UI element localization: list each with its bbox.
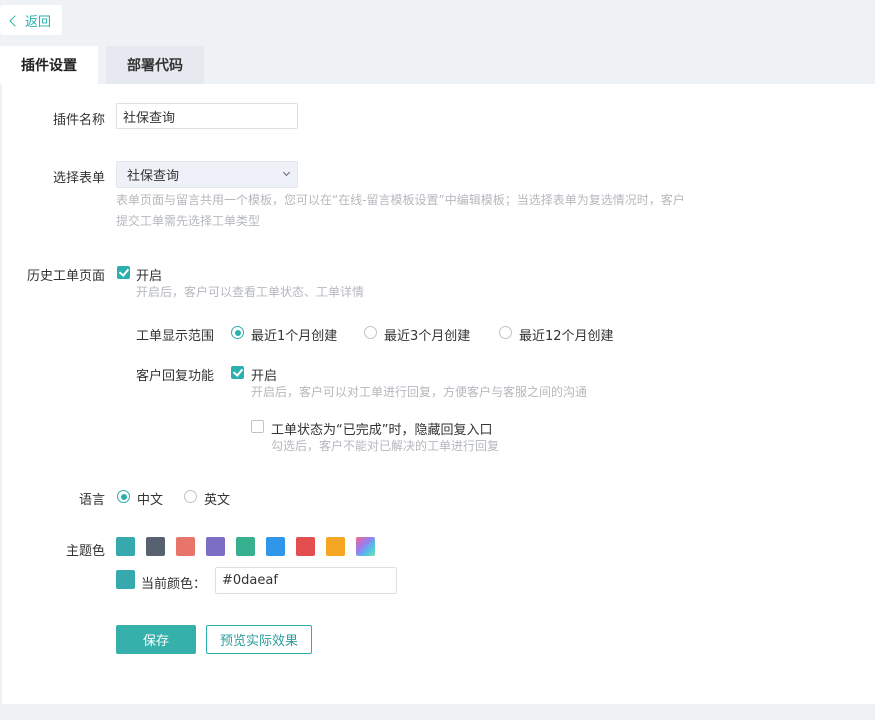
language-zh-label[interactable]: 中文: [137, 489, 163, 508]
history-page-checkbox[interactable]: [117, 266, 130, 279]
theme-swatch-green[interactable]: [236, 537, 255, 556]
theme-swatch-blue[interactable]: [266, 537, 285, 556]
back-label: 返回: [24, 14, 51, 30]
save-button[interactable]: 保存: [116, 625, 196, 654]
range-12-month-label[interactable]: 最近12个月创建: [519, 325, 614, 344]
language-zh-radio[interactable]: [117, 490, 130, 503]
history-page-label: 历史工单页面: [26, 269, 105, 284]
range-3-month-label[interactable]: 最近3个月创建: [384, 325, 470, 344]
theme-color-label: 主题色: [65, 544, 105, 559]
current-color-swatch: [116, 570, 135, 589]
hide-reply-entry-hint: 勾选后，客户不能对已解决的工单进行回复: [271, 439, 500, 453]
theme-swatch-teal[interactable]: [116, 537, 135, 556]
tab-deploy-code[interactable]: 部署代码: [106, 46, 204, 84]
preview-button[interactable]: 预览实际效果: [206, 625, 312, 654]
customer-reply-hint: 开启后，客户可以对工单进行回复，方便客户与客服之间的沟通: [251, 385, 588, 399]
range-3-month-radio[interactable]: [364, 326, 377, 339]
form-select[interactable]: 社保查询: [116, 161, 298, 188]
select-form-hint-2: 提交工单需先选择工单类型: [116, 214, 261, 228]
range-1-month-radio[interactable]: [231, 326, 244, 339]
back-button[interactable]: 返回: [0, 5, 62, 35]
customer-reply-label: 客户回复功能: [136, 369, 215, 384]
settings-panel: 插件名称 选择表单 社保查询 表单页面与留言共用一个模板，您可以在“在线-留言模…: [2, 84, 875, 704]
language-en-label[interactable]: 英文: [204, 489, 230, 508]
theme-swatch-gradient[interactable]: [356, 537, 375, 556]
language-label: 语言: [78, 493, 105, 508]
chevron-down-icon: [282, 168, 291, 177]
customer-reply-checkbox[interactable]: [231, 366, 244, 379]
form-select-value: 社保查询: [127, 169, 180, 184]
theme-swatch-red[interactable]: [296, 537, 315, 556]
plugin-name-label: 插件名称: [52, 113, 105, 128]
range-1-month-label[interactable]: 最近1个月创建: [251, 325, 337, 344]
theme-swatch-purple[interactable]: [206, 537, 225, 556]
chevron-left-icon: [9, 14, 21, 27]
current-color-input[interactable]: [215, 567, 397, 594]
history-page-hint: 开启后，客户可以查看工单状态、工单详情: [136, 285, 365, 299]
display-range-label: 工单显示范围: [136, 329, 215, 344]
select-form-label: 选择表单: [52, 171, 105, 186]
hide-reply-entry-checkbox[interactable]: [251, 420, 264, 433]
range-12-month-radio[interactable]: [499, 326, 512, 339]
current-color-label: 当前颜色：: [141, 577, 207, 592]
language-en-radio[interactable]: [184, 490, 197, 503]
theme-swatch-orange[interactable]: [326, 537, 345, 556]
theme-swatch-salmon[interactable]: [176, 537, 195, 556]
tab-plugin-settings[interactable]: 插件设置: [0, 46, 98, 84]
theme-swatch-slate[interactable]: [146, 537, 165, 556]
tab-bar: 插件设置 部署代码: [0, 46, 204, 84]
plugin-name-input[interactable]: [116, 103, 298, 129]
select-form-hint-1: 表单页面与留言共用一个模板，您可以在“在线-留言模板设置”中编辑模板；当选择表单…: [116, 193, 685, 207]
